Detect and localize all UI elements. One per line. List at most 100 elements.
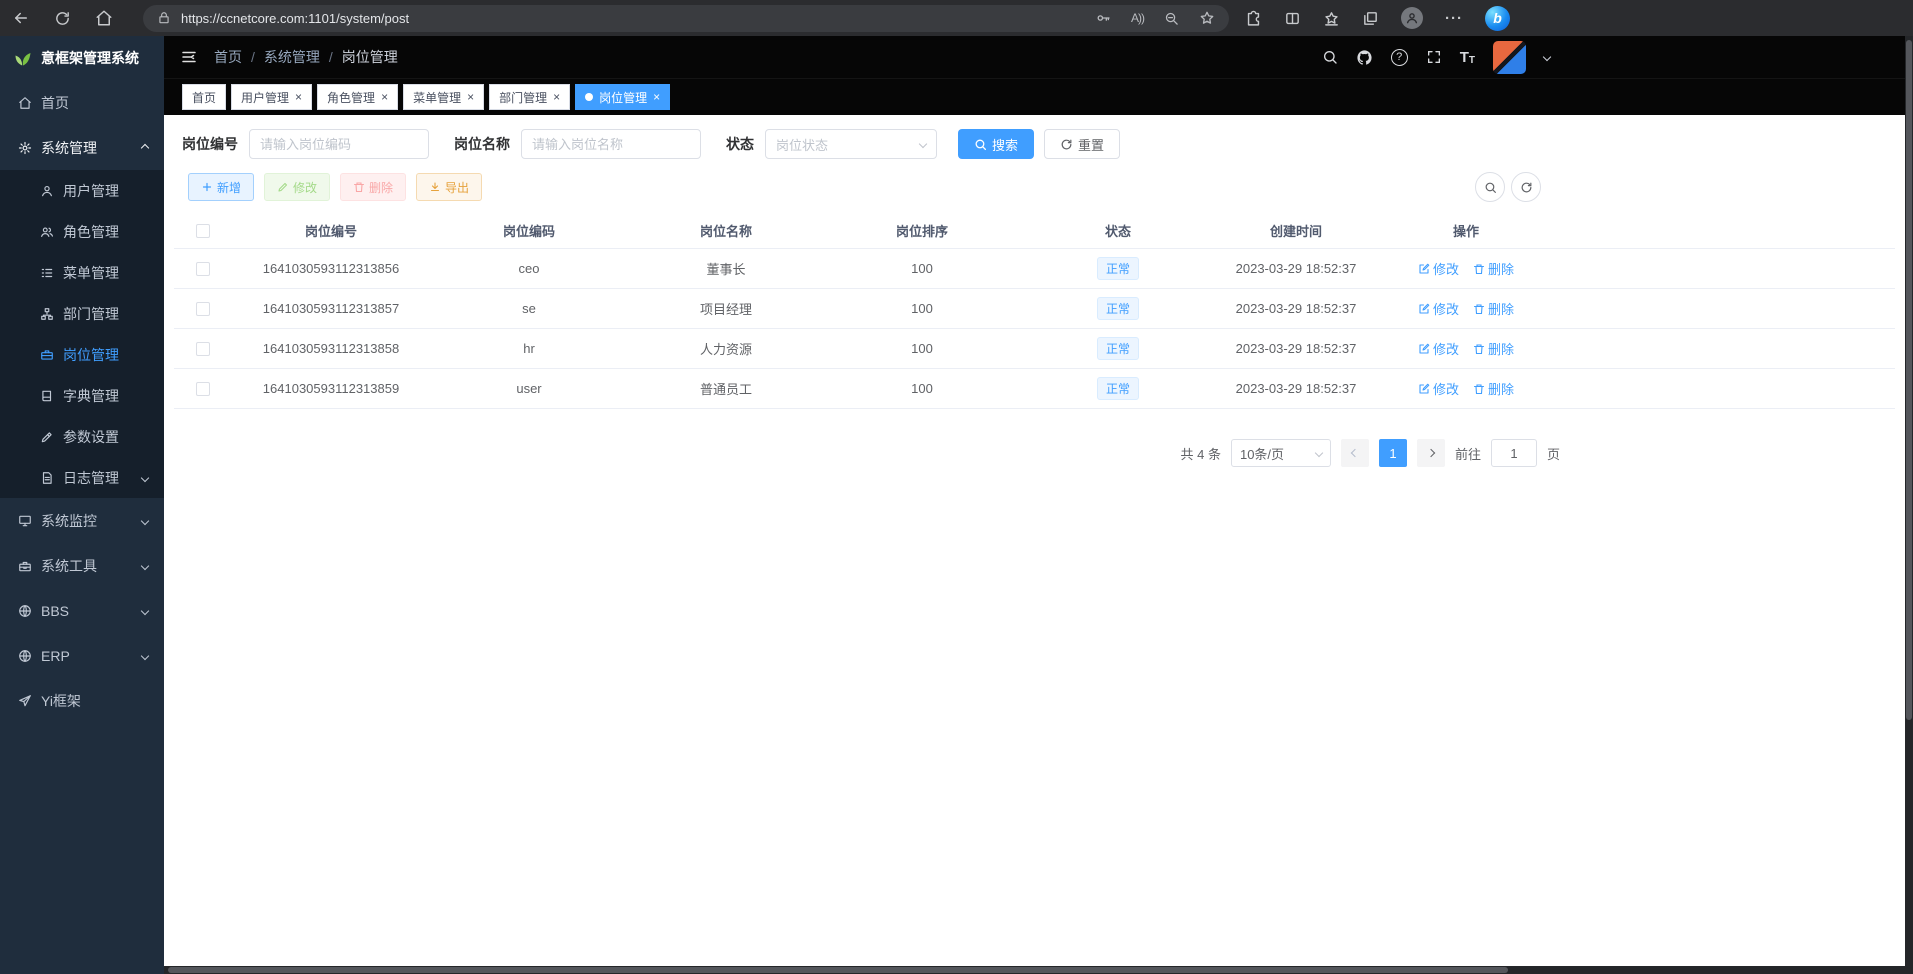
row-delete-link[interactable]: 删除 <box>1473 379 1514 398</box>
split-screen-icon[interactable] <box>1284 10 1301 27</box>
cell-post-id: 1641030593112313857 <box>232 301 430 316</box>
tab-close-icon[interactable]: × <box>653 90 660 104</box>
row-delete-link[interactable]: 删除 <box>1473 259 1514 278</box>
table-row: 1641030593112313858 hr 人力资源 100 正常 2023-… <box>174 329 1895 369</box>
tab-role-management[interactable]: 角色管理 × <box>317 84 398 110</box>
prev-page-button[interactable] <box>1341 439 1369 467</box>
sidebar-item-system-tools[interactable]: 系统工具 <box>0 543 164 588</box>
browser-profile-avatar[interactable] <box>1401 7 1423 29</box>
cell-post-code: se <box>430 301 628 316</box>
sidebar-item-yi-framework[interactable]: Yi框架 <box>0 678 164 723</box>
vertical-scrollbar[interactable] <box>1905 36 1913 974</box>
refresh-table-button[interactable] <box>1511 172 1541 202</box>
address-bar[interactable]: https://ccnetcore.com:1101/system/post A… <box>143 5 1229 32</box>
cell-post-name: 普通员工 <box>628 379 824 398</box>
status-select[interactable]: 岗位状态 <box>765 129 937 159</box>
tab-post-management[interactable]: 岗位管理 × <box>575 84 670 110</box>
horizontal-scrollbar[interactable] <box>164 966 1905 974</box>
copilot-icon[interactable]: b <box>1485 6 1510 31</box>
sidebar-collapse-icon[interactable] <box>180 48 198 66</box>
row-edit-link[interactable]: 修改 <box>1418 259 1459 278</box>
browser-refresh-icon[interactable] <box>54 10 71 27</box>
tab-close-icon[interactable]: × <box>381 90 388 104</box>
active-tab-dot <box>585 93 593 101</box>
row-edit-link[interactable]: 修改 <box>1418 299 1459 318</box>
breadcrumb-system[interactable]: 系统管理 <box>264 47 320 67</box>
search-button[interactable]: 搜索 <box>958 129 1034 159</box>
avatar-caret-icon[interactable] <box>1543 53 1551 61</box>
post-name-input[interactable] <box>521 129 701 159</box>
sidebar-item-system-monitor[interactable]: 系统监控 <box>0 498 164 543</box>
browser-more-icon[interactable]: ··· <box>1445 10 1463 27</box>
tab-user-management[interactable]: 用户管理 × <box>231 84 312 110</box>
sidebar-item-bbs[interactable]: BBS <box>0 588 164 633</box>
tab-close-icon[interactable]: × <box>553 90 560 104</box>
fullscreen-icon[interactable] <box>1426 49 1442 65</box>
page-1-button[interactable]: 1 <box>1379 439 1407 467</box>
post-code-label: 岗位编号 <box>182 134 238 154</box>
row-delete-link[interactable]: 删除 <box>1473 339 1514 358</box>
header-search-icon[interactable] <box>1322 49 1338 65</box>
reset-button[interactable]: 重置 <box>1044 129 1120 159</box>
delete-button-disabled[interactable]: 删除 <box>340 173 406 201</box>
browser-home-icon[interactable] <box>95 9 113 27</box>
read-aloud-icon[interactable]: A)) <box>1131 11 1144 25</box>
sidebar-item-menu-management[interactable]: 菜单管理 <box>0 252 164 293</box>
sidebar-item-param-settings[interactable]: 参数设置 <box>0 416 164 457</box>
edit-button-disabled[interactable]: 修改 <box>264 173 330 201</box>
row-checkbox[interactable] <box>196 302 210 316</box>
tab-menu-management[interactable]: 菜单管理 × <box>403 84 484 110</box>
select-all-checkbox[interactable] <box>196 224 210 238</box>
export-button[interactable]: 导出 <box>416 173 482 201</box>
tab-dept-management[interactable]: 部门管理 × <box>489 84 570 110</box>
row-edit-link[interactable]: 修改 <box>1418 339 1459 358</box>
cell-post-id: 1641030593112313856 <box>232 261 430 276</box>
next-page-button[interactable] <box>1417 439 1445 467</box>
dictionary-icon <box>40 389 54 403</box>
add-favorite-icon[interactable] <box>1199 10 1215 26</box>
add-button[interactable]: 新增 <box>188 173 254 201</box>
sidebar-item-system-management[interactable]: 系统管理 <box>0 125 164 170</box>
sidebar-item-post-management[interactable]: 岗位管理 <box>0 334 164 375</box>
extensions-icon[interactable] <box>1245 10 1262 27</box>
horizontal-scrollbar-thumb[interactable] <box>168 967 1508 973</box>
sidebar-item-dept-management[interactable]: 部门管理 <box>0 293 164 334</box>
tab-home[interactable]: 首页 <box>182 84 226 110</box>
row-checkbox[interactable] <box>196 382 210 396</box>
row-delete-link[interactable]: 删除 <box>1473 299 1514 318</box>
toggle-search-button[interactable] <box>1475 172 1505 202</box>
sidebar-item-erp[interactable]: ERP <box>0 633 164 678</box>
vertical-scrollbar-thumb[interactable] <box>1906 40 1912 720</box>
help-icon[interactable]: ? <box>1391 49 1408 66</box>
org-tree-icon <box>40 307 54 321</box>
page-size-select[interactable]: 10条/页 <box>1231 439 1331 467</box>
pagination: 共 4 条 10条/页 1 前往 页 <box>174 439 1560 467</box>
github-icon[interactable] <box>1356 49 1373 66</box>
sidebar-item-dict-management[interactable]: 字典管理 <box>0 375 164 416</box>
sidebar-item-role-management[interactable]: 角色管理 <box>0 211 164 252</box>
sidebar-item-user-management[interactable]: 用户管理 <box>0 170 164 211</box>
browser-back-icon[interactable] <box>12 9 30 27</box>
zoom-out-icon[interactable] <box>1164 11 1179 26</box>
post-code-input[interactable] <box>249 129 429 159</box>
row-checkbox[interactable] <box>196 262 210 276</box>
tab-close-icon[interactable]: × <box>295 90 302 104</box>
user-avatar[interactable] <box>1493 41 1526 74</box>
row-checkbox[interactable] <box>196 342 210 356</box>
search-icon <box>1484 181 1497 194</box>
row-edit-link[interactable]: 修改 <box>1418 379 1459 398</box>
breadcrumb-home[interactable]: 首页 <box>214 47 242 67</box>
breadcrumb-separator: / <box>329 49 333 65</box>
goto-page-input[interactable] <box>1491 439 1537 467</box>
sidebar-item-label: 岗位管理 <box>63 345 119 365</box>
url-text[interactable]: https://ccnetcore.com:1101/system/post <box>181 11 409 26</box>
collections-icon[interactable] <box>1362 10 1379 27</box>
sidebar-item-log-management[interactable]: 日志管理 <box>0 457 164 498</box>
sidebar-item-home[interactable]: 首页 <box>0 80 164 125</box>
tab-close-icon[interactable]: × <box>467 90 474 104</box>
favorites-icon[interactable] <box>1323 10 1340 27</box>
font-size-icon[interactable]: TT <box>1460 49 1475 66</box>
site-info-icon[interactable] <box>157 11 171 25</box>
app-logo[interactable]: 意框架管理系统 <box>0 36 164 80</box>
password-key-icon[interactable] <box>1095 10 1111 26</box>
